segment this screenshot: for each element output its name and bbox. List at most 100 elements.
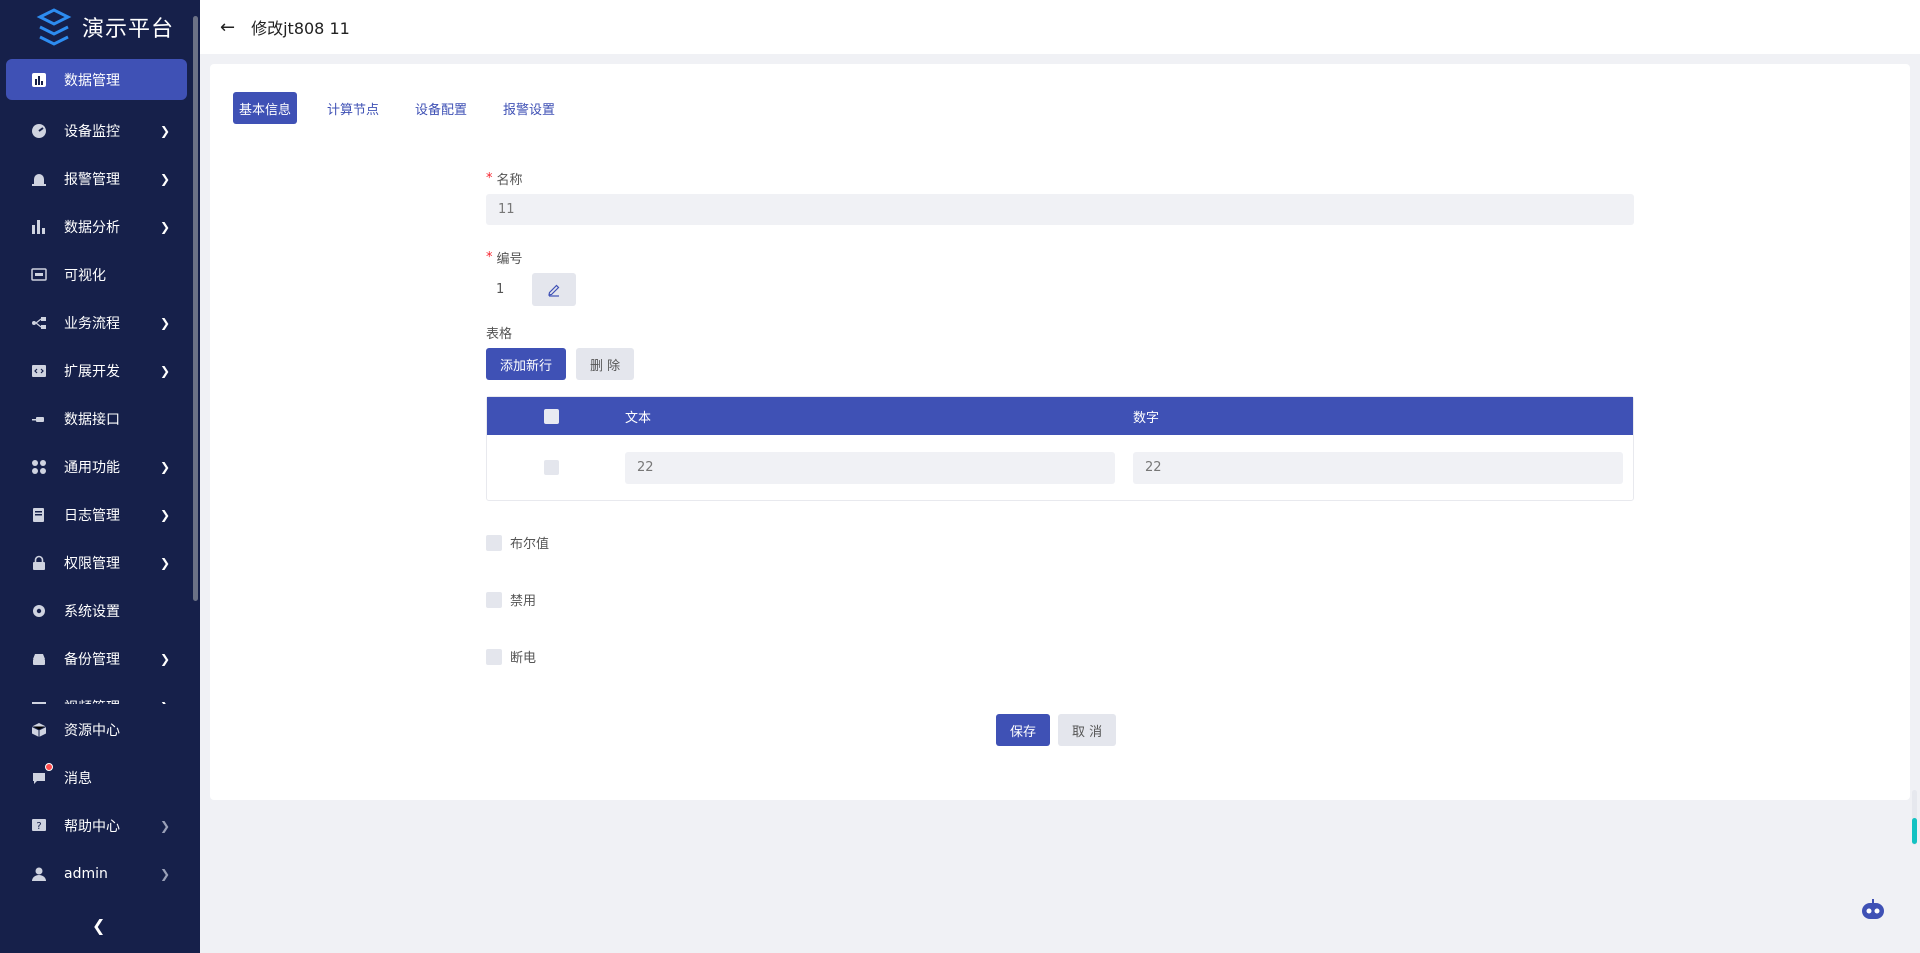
user-icon	[30, 865, 48, 883]
sidebar-item-label: 日志管理	[64, 508, 120, 524]
logo[interactable]: 演示平台	[0, 0, 200, 54]
back-arrow-icon[interactable]: ←	[220, 17, 235, 38]
gear-icon	[30, 602, 48, 620]
sidebar-item-label: 备份管理	[64, 652, 120, 668]
chevron-right-icon: ❯	[159, 819, 170, 833]
pencil-icon	[548, 284, 560, 297]
select-all-checkbox[interactable]	[543, 408, 559, 424]
chevron-right-icon: ❯	[159, 867, 170, 881]
text-cell-input[interactable]: 22	[625, 451, 1115, 484]
save-button[interactable]: 保存	[996, 714, 1051, 746]
content-card: 基本信息 计算节点 设备配置 报警设置 * 名称 11 * 编号 1 表格 添加…	[210, 64, 1910, 800]
sidebar: 演示平台 数据管理 设备监控 ❯ 报警管理 ❯ 数据分析 ❯ 可视化 业务流程 ❯ 扩展开发 ❯ 数据接…	[0, 0, 200, 953]
row-checkbox-cell	[487, 460, 615, 475]
column-header-number: 数字	[1133, 410, 1160, 426]
apps-icon	[30, 458, 48, 476]
code-value: 1	[496, 282, 505, 297]
disabled-checkbox-row[interactable]: 禁用	[486, 590, 1634, 609]
sidebar-item-1[interactable]: 数据管理	[6, 59, 187, 100]
sidebar-item-label: 数据分析	[64, 220, 120, 236]
sidebar-item-8[interactable]: 数据接口	[0, 395, 200, 443]
sidebar-item-2[interactable]: 设备监控 ❯	[0, 107, 200, 155]
row-checkbox[interactable]	[543, 460, 559, 475]
name-label-text: 名称	[496, 172, 523, 188]
required-mark: *	[486, 170, 493, 186]
tab-device-config[interactable]: 设备配置	[409, 92, 473, 124]
svg-text:?: ?	[36, 821, 41, 832]
code-label: * 编号	[486, 247, 1634, 267]
boolean-checkbox[interactable]	[486, 534, 502, 551]
robot-assistant-icon[interactable]	[1860, 899, 1886, 921]
sidebar-item-1[interactable]: 资源中心	[0, 706, 200, 754]
sidebar-item-4[interactable]: 数据分析 ❯	[0, 203, 200, 251]
cube-icon	[30, 721, 48, 739]
data-table: 文本 数字 22 22	[486, 396, 1634, 501]
sidebar-item-12[interactable]: 系统设置	[0, 587, 200, 635]
sidebar-item-label: admin	[64, 866, 108, 882]
sidebar-item-label: 资源中心	[64, 723, 120, 739]
chevron-right-icon: ❯	[159, 460, 170, 474]
video-icon	[30, 698, 48, 704]
sidebar-item-7[interactable]: 扩展开发 ❯	[0, 347, 200, 395]
header-checkbox-cell	[487, 408, 615, 424]
power-off-label: 断电	[510, 651, 537, 666]
sidebar-item-label: 可视化	[64, 268, 106, 284]
sidebar-item-14[interactable]: 视频管理 ❯	[0, 683, 200, 704]
code-label-text: 编号	[496, 251, 523, 267]
sidebar-menu: 数据管理 设备监控 ❯ 报警管理 ❯ 数据分析 ❯ 可视化 业务流程 ❯ 扩展开发 ❯ 数据接口 通用功能…	[0, 59, 200, 704]
screen-icon	[30, 266, 48, 284]
tab-basic-info[interactable]: 基本信息	[233, 92, 298, 124]
sidebar-item-10[interactable]: 日志管理 ❯	[0, 491, 200, 539]
flow-icon	[30, 314, 48, 332]
disabled-checkbox[interactable]	[486, 591, 502, 608]
sidebar-item-label: 帮助中心	[64, 819, 120, 835]
sidebar-item-3[interactable]: ? 帮助中心 ❯	[0, 802, 200, 850]
cancel-button[interactable]: 取 消	[1058, 714, 1117, 746]
sidebar-item-label: 系统设置	[64, 604, 120, 620]
sidebar-item-9[interactable]: 通用功能 ❯	[0, 443, 200, 491]
sidebar-item-label: 数据接口	[64, 412, 120, 428]
column-header-text: 文本	[625, 410, 652, 426]
power-off-checkbox-row[interactable]: 断电	[486, 647, 1634, 666]
sidebar-item-13[interactable]: 备份管理 ❯	[0, 635, 200, 683]
name-input[interactable]: 11	[486, 194, 1634, 225]
chevron-right-icon: ❯	[159, 364, 170, 378]
sidebar-item-4[interactable]: admin ❯	[0, 850, 200, 898]
sidebar-item-6[interactable]: 业务流程 ❯	[0, 299, 200, 347]
sidebar-item-label: 消息	[64, 771, 92, 787]
code-icon	[30, 362, 48, 380]
chevron-right-icon: ❯	[159, 652, 170, 666]
chevron-right-icon: ❯	[159, 316, 170, 330]
sidebar-item-label: 视频管理	[64, 697, 120, 704]
tab-compute-node[interactable]: 计算节点	[321, 92, 385, 124]
backup-icon	[30, 650, 48, 668]
name-label: * 名称	[486, 168, 1634, 188]
table-label: 表格	[486, 326, 513, 342]
page-scrollbar-thumb[interactable]	[1912, 818, 1917, 844]
table-toolbar: 添加新行 删 除	[486, 348, 1634, 380]
sidebar-item-3[interactable]: 报警管理 ❯	[0, 155, 200, 203]
app-name: 演示平台	[82, 17, 175, 42]
notification-dot	[45, 763, 53, 771]
bar-chart-icon	[30, 71, 48, 89]
chevron-right-icon: ❯	[159, 124, 170, 138]
number-cell-input[interactable]: 22	[1133, 451, 1623, 484]
sidebar-item-5[interactable]: 可视化	[0, 251, 200, 299]
tab-alarm-settings[interactable]: 报警设置	[497, 92, 561, 124]
required-mark: *	[486, 249, 493, 265]
add-row-button[interactable]: 添加新行	[486, 348, 567, 380]
edit-code-button[interactable]	[532, 273, 576, 306]
sidebar-item-11[interactable]: 权限管理 ❯	[0, 539, 200, 587]
sidebar-item-label: 数据管理	[64, 72, 120, 89]
chevron-right-icon: ❯	[159, 556, 170, 570]
tab-bar: 基本信息 计算节点 设备配置 报警设置	[233, 92, 585, 124]
monitor-gauge-icon	[30, 122, 48, 140]
power-off-checkbox[interactable]	[486, 648, 502, 665]
sidebar-item-label: 扩展开发	[64, 364, 120, 380]
boolean-checkbox-row[interactable]: 布尔值	[486, 533, 1634, 552]
help-icon: ?	[30, 817, 48, 835]
sidebar-item-2[interactable]: 消息	[0, 754, 200, 802]
collapse-sidebar-icon[interactable]: ❮	[92, 916, 105, 935]
logo-icon	[36, 8, 72, 46]
delete-button[interactable]: 删 除	[576, 348, 635, 380]
